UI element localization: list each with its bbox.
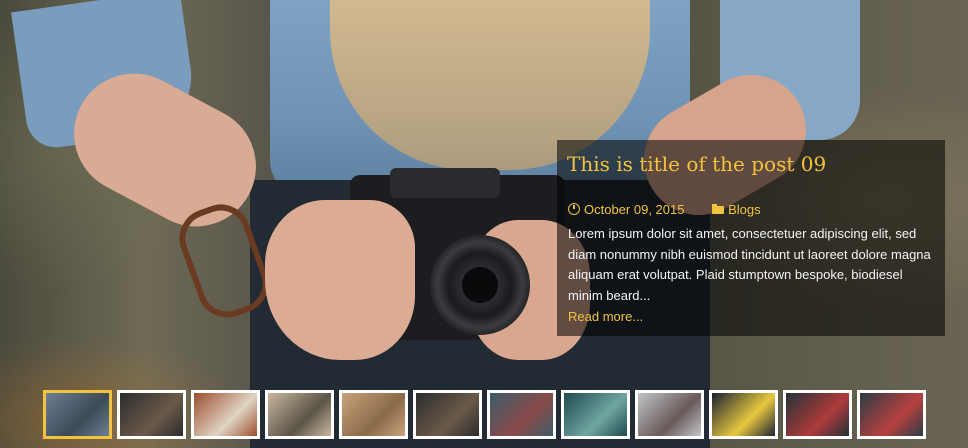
thumbnail-crowd[interactable] (487, 390, 556, 439)
thumbnail-street-winter[interactable] (635, 390, 704, 439)
folder-icon (712, 204, 725, 214)
read-more-link[interactable]: Read more... (568, 309, 643, 324)
photo-lens (430, 235, 530, 335)
post-date-text: October 09, 2015 (584, 202, 685, 217)
thumbnail-red-hat-camera[interactable] (783, 390, 852, 439)
post-title[interactable]: This is title of the post 09 (567, 152, 826, 176)
thumbnail-forest-person[interactable] (265, 390, 334, 439)
thumbnail-photographer-teal[interactable] (561, 390, 630, 439)
thumbnail-meadow-deer[interactable] (339, 390, 408, 439)
photo-camera-top (390, 168, 500, 198)
thumbnail-strip (43, 390, 926, 439)
post-category[interactable]: Blogs (712, 202, 761, 217)
thumbnail-camera-photographer[interactable] (43, 390, 112, 439)
post-meta: October 09, 2015 Blogs (568, 202, 761, 217)
thumbnail-woman-with-camera[interactable] (413, 390, 482, 439)
thumbnail-flowers-flatlay[interactable] (709, 390, 778, 439)
slider: This is title of the post 09 October 09,… (0, 0, 968, 448)
thumbnail-red-hat-camera-2[interactable] (857, 390, 926, 439)
clock-icon (568, 203, 580, 215)
slide-caption: This is title of the post 09 October 09,… (557, 140, 945, 336)
photo-hand-left (265, 200, 415, 360)
post-category-text[interactable]: Blogs (728, 202, 761, 217)
thumbnail-brick-wall[interactable] (191, 390, 260, 439)
post-date: October 09, 2015 (568, 202, 684, 217)
thumbnail-woman-with-camera[interactable] (117, 390, 186, 439)
post-excerpt: Lorem ipsum dolor sit amet, consectetuer… (568, 226, 931, 303)
